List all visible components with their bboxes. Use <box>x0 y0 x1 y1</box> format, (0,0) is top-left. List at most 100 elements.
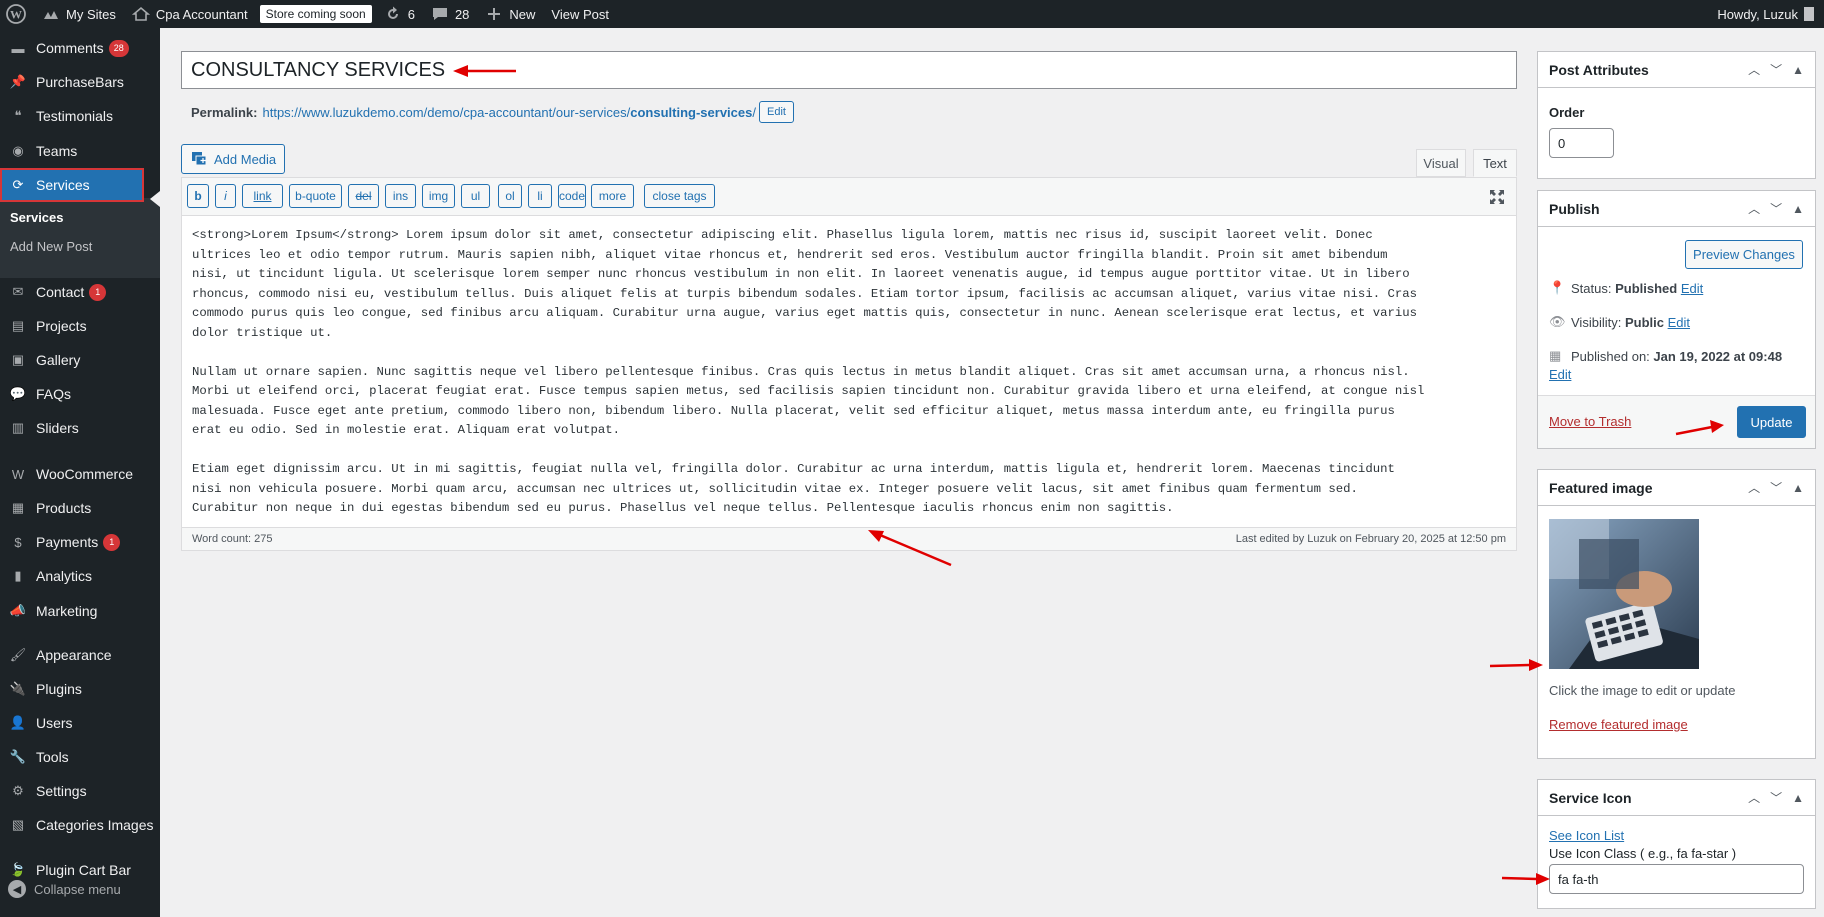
sidebar-item-faqs[interactable]: 💬 FAQs <box>0 377 160 411</box>
sidebar-item-users[interactable]: 👤 Users <box>0 706 160 740</box>
comments-link[interactable]: 28 <box>423 0 477 28</box>
sidebar-item-label: Projects <box>36 318 87 334</box>
sidebar-item-label: Plugin Cart Bar <box>36 862 131 878</box>
toggle-panel-icon[interactable]: ▲ <box>1792 63 1804 77</box>
teams-icon: ◉ <box>12 143 24 158</box>
tab-text[interactable]: Text <box>1473 149 1517 177</box>
add-media-button[interactable]: Add Media <box>181 144 285 174</box>
move-down-icon[interactable]: ﹀ <box>1770 789 1782 806</box>
icon-class-value: fa fa-th <box>1558 871 1599 887</box>
toggle-panel-icon[interactable]: ▲ <box>1792 481 1804 495</box>
sidebar-item-plugins[interactable]: 🔌 Plugins <box>0 672 160 706</box>
sidebar-count-badge: 28 <box>108 39 129 57</box>
sidebar-item-categories-images[interactable]: ▧ Categories Images <box>0 808 160 842</box>
quicktag-ol-button[interactable]: ol <box>498 184 522 208</box>
permalink-edit-button[interactable]: Edit <box>759 101 794 123</box>
status-edit-link[interactable]: Edit <box>1681 281 1703 296</box>
sidebar-item-gallery[interactable]: ▣ Gallery <box>0 343 160 377</box>
quicktag-ul-button[interactable]: ul <box>461 184 490 208</box>
visibility-edit-link[interactable]: Edit <box>1668 315 1690 330</box>
toggle-panel-icon[interactable]: ▲ <box>1792 202 1804 216</box>
sidebar-item-sliders[interactable]: ▥ Sliders <box>0 411 160 445</box>
wordpress-logo[interactable]: W <box>0 0 34 28</box>
preview-changes-button[interactable]: Preview Changes <box>1685 240 1803 269</box>
featured-image-thumbnail[interactable] <box>1549 519 1699 669</box>
comment-bubble-icon <box>431 5 449 23</box>
icon-class-input[interactable]: fa fa-th <box>1549 864 1804 894</box>
submenu-item-services[interactable]: Services <box>10 210 64 225</box>
sidebar-item-label: WooCommerce <box>36 466 133 482</box>
permalink-link[interactable]: https://www.luzukdemo.com/demo/cpa-accou… <box>262 105 756 120</box>
store-coming-soon-badge: Store coming soon <box>259 5 372 23</box>
quicktag-more-button[interactable]: more <box>591 184 634 208</box>
move-up-icon[interactable]: ︿ <box>1748 789 1760 806</box>
tab-visual[interactable]: Visual <box>1416 149 1466 177</box>
sidebar-item-products[interactable]: ▦ Products <box>0 491 160 525</box>
plugins-icon: 🔌 <box>9 681 27 696</box>
move-to-trash-link[interactable]: Move to Trash <box>1549 414 1631 429</box>
move-down-icon[interactable]: ﹀ <box>1770 200 1782 217</box>
sidebar-item-woocommerce[interactable]: W WooCommerce <box>0 457 160 491</box>
sidebar-item-payments[interactable]: $ Payments 1 <box>0 525 160 559</box>
svg-text:W: W <box>10 8 22 22</box>
order-input[interactable]: 0 <box>1549 128 1614 158</box>
view-post-link[interactable]: View Post <box>543 0 617 28</box>
remove-featured-image-link[interactable]: Remove featured image <box>1549 717 1688 732</box>
editor-content[interactable]: <strong>Lorem Ipsum</strong> Lorem ipsum… <box>192 226 1507 519</box>
sidebar-item-label: Teams <box>36 143 78 159</box>
service-icon-box: Service Icon ︿ ﹀ ▲ See Icon List Use Icon … <box>1537 779 1816 909</box>
sidebar-item-comments[interactable]: ▬ Comments 28 <box>0 31 160 65</box>
fullscreen-icon[interactable] <box>1488 188 1506 206</box>
move-up-icon[interactable]: ︿ <box>1748 479 1760 496</box>
payments-icon: $ <box>14 534 22 550</box>
service-icon-header: Service Icon ︿ ﹀ ▲ <box>1538 780 1815 816</box>
move-up-icon[interactable]: ︿ <box>1748 200 1760 217</box>
post-title-input[interactable]: CONSULTANCY SERVICES <box>181 51 1517 89</box>
updates-link[interactable]: 6 <box>376 0 423 28</box>
site-name-menu[interactable]: Cpa Accountant <box>124 0 256 28</box>
quicktag-i-button[interactable]: i <box>215 184 236 208</box>
quicktag-code-button[interactable]: code <box>558 184 586 208</box>
sidebar-item-marketing[interactable]: 📣 Marketing <box>0 594 160 628</box>
quicktags-toolbar: b i link b-quote del ins img ul ol li code more clos… <box>182 178 1516 216</box>
store-status[interactable]: Store coming soon <box>256 0 376 28</box>
sidebar-item-purchasebars[interactable]: 📌 PurchaseBars <box>0 65 160 99</box>
move-up-icon[interactable]: ︿ <box>1748 61 1760 78</box>
quicktag-ins-button[interactable]: ins <box>385 184 416 208</box>
sidebar-item-tools[interactable]: 🔧 Tools <box>0 740 160 774</box>
visibility-value: Public <box>1624 314 1664 330</box>
service-icon-title: Service Icon <box>1549 789 1632 806</box>
account-menu[interactable]: Howdy, Luzuk <box>1709 0 1824 28</box>
sidebar-item-appearance[interactable]: 🖌 Appearance <box>0 638 160 672</box>
toggle-panel-icon[interactable]: ▲ <box>1792 791 1804 805</box>
sidebar-item-services[interactable]: ⟳ Services <box>0 168 144 202</box>
quicktag-img-button[interactable]: img <box>422 184 455 208</box>
quicktag-close-tags-button[interactable]: close tags <box>644 184 715 208</box>
quicktag-li-button[interactable]: li <box>528 184 552 208</box>
update-button[interactable]: Update <box>1737 406 1806 438</box>
see-icon-list-link[interactable]: See Icon List <box>1549 828 1624 843</box>
new-label: New <box>509 6 536 22</box>
quicktag-del-button[interactable]: del <box>348 184 379 208</box>
quicktag-b-button[interactable]: b <box>187 184 209 208</box>
my-sites-menu[interactable]: My Sites <box>34 0 124 28</box>
editor-status-bar: Word count: 275 Last edited by Luzuk on … <box>181 527 1517 551</box>
sidebar-item-testimonials[interactable]: ❝ Testimonials <box>0 99 160 133</box>
sidebar-item-projects[interactable]: ▤ Projects <box>0 309 160 343</box>
move-down-icon[interactable]: ﹀ <box>1770 479 1782 496</box>
new-content-menu[interactable]: New <box>477 0 543 28</box>
quicktag-link-button[interactable]: link <box>242 184 283 208</box>
published-edit-link[interactable]: Edit <box>1549 367 1571 382</box>
sidebar-item-teams[interactable]: ◉ Teams <box>0 134 160 168</box>
eye-icon: 👁 <box>1549 314 1566 329</box>
submenu-item-add-new-post[interactable]: Add New Post <box>10 239 92 254</box>
appearance-icon: 🖌 <box>9 647 27 662</box>
sidebar-item-settings[interactable]: ⚙ Settings <box>0 774 160 808</box>
sidebar-item-contact[interactable]: ✉ Contact 1 <box>0 275 160 309</box>
permalink-tail: / <box>752 104 756 120</box>
move-down-icon[interactable]: ﹀ <box>1770 61 1782 78</box>
quicktag-b-quote-button[interactable]: b-quote <box>289 184 342 208</box>
collapse-menu-button[interactable]: ◀ Collapse menu <box>8 880 121 898</box>
status-label: Status: <box>1571 280 1612 296</box>
sidebar-item-analytics[interactable]: ▮ Analytics <box>0 559 160 593</box>
